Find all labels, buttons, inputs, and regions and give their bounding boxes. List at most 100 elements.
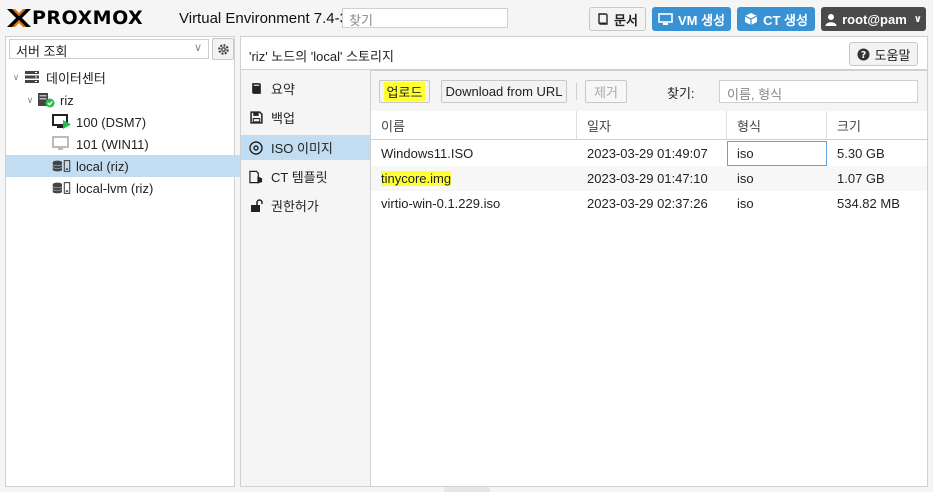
book-icon	[598, 13, 608, 25]
table-row[interactable]: virtio-win-0.1.229.iso 2023-03-29 02:37:…	[371, 191, 927, 216]
cell-text: 2023-03-29 02:37:26	[587, 196, 708, 211]
tree-settings-button[interactable]	[212, 38, 234, 60]
svg-text:?: ?	[860, 49, 865, 60]
cell-size: 534.82 MB	[827, 191, 927, 216]
tab-label: CT 템플릿	[271, 170, 328, 185]
proxmox-logo[interactable]: PROXMOX	[6, 7, 143, 29]
cell-format: iso	[727, 141, 827, 166]
cell-text: 2023-03-29 01:47:10	[587, 171, 708, 186]
tab-permissions[interactable]: 권한허가	[241, 193, 370, 218]
resource-tree-panel: 서버 조회 ∨ ∨ 데이터센터 ∨ riz 100 (DSM7) 101 (WI…	[5, 36, 280, 487]
column-header-date[interactable]: 일자	[577, 111, 727, 139]
cell-name: Windows11.ISO	[371, 141, 577, 166]
cell-format: iso	[727, 166, 827, 191]
tree-item-vm-100[interactable]: 100 (DSM7)	[6, 111, 280, 133]
help-button[interactable]: ? 도움말	[849, 42, 918, 66]
docs-button[interactable]: 문서	[589, 7, 646, 31]
gear-icon	[217, 43, 229, 55]
tree-item-label: 데이터센터	[46, 70, 106, 86]
tree-item-label: local (riz)	[76, 158, 129, 174]
grid-search-input[interactable]: 이름, 형식	[719, 80, 918, 103]
grid-search-label: 찾기:	[667, 86, 695, 101]
tree-item-label: 101 (WIN11)	[76, 136, 149, 152]
table-row[interactable]: tinycore.img 2023-03-29 01:47:10 iso 1.0…	[371, 166, 927, 191]
tree-item-label: local-lvm (riz)	[76, 180, 154, 196]
cell-text: 5.30 GB	[837, 146, 885, 161]
column-header-label: 이름	[381, 118, 405, 134]
help-label: 도움말	[874, 47, 911, 63]
remove-button[interactable]: 제거	[585, 80, 627, 103]
remove-label: 제거	[594, 85, 618, 100]
cell-name: virtio-win-0.1.229.iso	[371, 191, 577, 216]
cell-text: iso	[737, 146, 754, 161]
grid-header: 이름 일자 형식 크기	[371, 111, 927, 140]
upload-label: 업로드	[383, 82, 426, 101]
cell-text: iso	[737, 171, 754, 186]
tree-item-storage-local[interactable]: local (riz)	[6, 155, 280, 177]
node-icon	[36, 92, 56, 108]
proxmox-x-icon	[7, 9, 31, 27]
create-vm-button[interactable]: VM 생성	[652, 7, 731, 31]
download-url-label: Download from URL	[445, 84, 563, 99]
storage-icon	[52, 158, 72, 174]
create-ct-button[interactable]: CT 생성	[737, 7, 815, 31]
cell-date: 2023-03-29 01:47:10	[577, 166, 727, 191]
create-vm-label: VM 생성	[677, 12, 726, 28]
storage-subnav: 요약 백업 ISO 이미지 CT 템플릿 권한허가	[240, 70, 370, 487]
chevron-down-icon: ∨	[193, 42, 202, 54]
user-icon	[825, 13, 837, 26]
column-header-name[interactable]: 이름	[371, 111, 577, 139]
tab-iso-images[interactable]: ISO 이미지	[241, 135, 370, 160]
column-header-size[interactable]: 크기	[827, 111, 927, 139]
cell-text: Windows11.ISO	[381, 146, 474, 161]
unlock-icon	[249, 198, 263, 213]
log-panel-resize-handle[interactable]	[444, 487, 490, 492]
book-icon	[249, 82, 263, 96]
cell-date: 2023-03-29 01:49:07	[577, 141, 727, 166]
logo-text: PROXMOX	[32, 7, 144, 29]
version-label: Virtual Environment 7.4-3	[179, 10, 348, 27]
toolbar-separator	[576, 83, 577, 100]
cell-format: iso	[727, 191, 827, 216]
vm-stopped-icon	[52, 136, 72, 152]
datacenter-icon	[22, 69, 42, 85]
column-header-format[interactable]: 형식	[727, 111, 827, 139]
expand-toggle-icon[interactable]: ∨	[10, 72, 22, 83]
tab-label: 백업	[271, 111, 295, 126]
page-title: 'riz' 노드의 'local' 스토리지	[249, 49, 394, 64]
cell-text: 1.07 GB	[837, 171, 885, 186]
cell-text: 534.82 MB	[837, 196, 900, 211]
global-search-placeholder: 찾기	[349, 13, 373, 28]
column-header-label: 일자	[587, 118, 611, 134]
upload-button[interactable]: 업로드	[379, 80, 430, 103]
save-icon	[249, 111, 263, 125]
table-row[interactable]: Windows11.ISO 2023-03-29 01:49:07 iso 5.…	[371, 141, 927, 166]
expand-toggle-icon[interactable]: ∨	[24, 95, 36, 106]
tree-item-vm-101[interactable]: 101 (WIN11)	[6, 133, 280, 155]
cell-date: 2023-03-29 02:37:26	[577, 191, 727, 216]
global-search-input[interactable]: 찾기	[342, 8, 508, 28]
download-from-url-button[interactable]: Download from URL	[441, 80, 567, 103]
tree-item-label: 100 (DSM7)	[76, 114, 147, 130]
tree-item-node-riz[interactable]: ∨ riz	[6, 89, 252, 111]
tree-item-storage-local-lvm[interactable]: local-lvm (riz)	[6, 177, 280, 199]
cell-text: iso	[737, 196, 754, 211]
tab-backup[interactable]: 백업	[241, 105, 370, 130]
tree-item-datacenter[interactable]: ∨ 데이터센터	[6, 66, 238, 88]
disc-icon	[249, 140, 263, 155]
column-header-label: 크기	[837, 118, 861, 134]
tab-ct-templates[interactable]: CT 템플릿	[241, 164, 370, 189]
content-header: 'riz' 노드의 'local' 스토리지 ? 도움말	[240, 36, 928, 70]
cell-text: 2023-03-29 01:49:07	[587, 146, 708, 161]
tab-summary[interactable]: 요약	[241, 76, 370, 101]
question-circle-icon: ?	[857, 47, 870, 60]
grid-toolbar: 업로드 Download from URL 제거 찾기: 이름, 형식	[371, 71, 927, 112]
chevron-down-icon: ∨	[913, 13, 922, 25]
user-menu-button[interactable]: root@pam ∨	[821, 7, 926, 31]
grid-search-placeholder: 이름, 형식	[727, 87, 783, 102]
cell-text: tinycore.img	[381, 171, 452, 186]
top-bar: PROXMOX Virtual Environment 7.4-3 찾기 문서 …	[0, 0, 933, 37]
vm-running-icon	[52, 114, 72, 130]
view-selector[interactable]: 서버 조회 ∨	[9, 39, 209, 59]
cell-name: tinycore.img	[371, 166, 577, 191]
